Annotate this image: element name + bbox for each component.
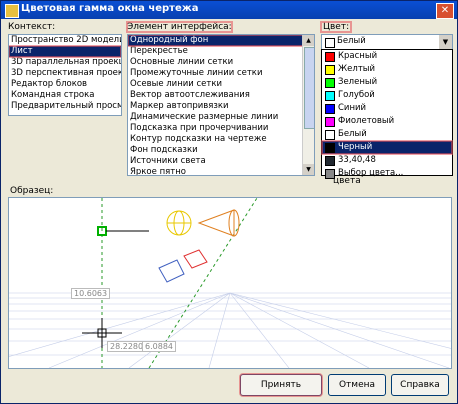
title-bar: Цветовая гамма окна чертежа ✕ (1, 1, 457, 19)
scroll-down-arrow-icon[interactable]: ▼ (303, 164, 314, 175)
context-list-item[interactable]: Лист (9, 45, 121, 58)
color-option-label: Синий (338, 103, 367, 113)
color-option-label: Черный (338, 142, 373, 152)
preview-label: Образец: (10, 186, 54, 196)
app-icon (5, 4, 19, 18)
context-label: Контекст: (8, 22, 56, 32)
window-title: Цветовая гамма окна чертежа (21, 3, 199, 14)
color-option-label: Фиолетовый (338, 116, 395, 126)
element-list-item[interactable]: Фон подсказки (128, 145, 314, 156)
color-option[interactable]: 33,40,48 (322, 154, 452, 167)
chevron-down-icon[interactable]: ▼ (439, 35, 452, 49)
current-color-swatch (325, 38, 335, 48)
color-swatch-icon (325, 130, 335, 140)
element-list-item[interactable]: Динамические размерные линии (128, 112, 314, 123)
element-list-item[interactable]: Яркое пятно (128, 167, 314, 175)
element-list-item[interactable]: Вектор автоотслеживания (128, 90, 314, 101)
scroll-up-arrow-icon[interactable]: ▲ (303, 35, 314, 46)
element-list-item[interactable]: Подсказка при прочерчивании (128, 123, 314, 134)
context-list-item[interactable]: Редактор блоков (9, 79, 121, 90)
context-list-item[interactable]: Командная строка (9, 90, 121, 101)
color-swatch-icon (325, 104, 335, 114)
element-list-item[interactable]: Осевые линии сетки (128, 79, 314, 90)
context-list-item[interactable]: 3D перспективная проекция (9, 68, 121, 79)
preview-drawing (9, 198, 451, 368)
color-swatch-icon (325, 143, 335, 153)
current-color-value: Белый (337, 36, 366, 46)
color-option[interactable]: Фиолетовый (322, 115, 452, 128)
element-list-item[interactable]: Маркер автопривязки (128, 101, 314, 112)
element-list[interactable]: Однородный фон Перекрестье Основные линии … (127, 34, 315, 176)
element-items: Однородный фон Перекрестье Основные линии … (128, 35, 314, 175)
context-list[interactable]: Пространство 2D модели Лист 3D параллельна… (8, 34, 122, 116)
color-option-label: Зеленый (338, 77, 378, 87)
element-list-item[interactable]: Перекрестье (128, 46, 314, 57)
scroll-thumb[interactable] (304, 47, 314, 129)
coord-readout-1: 10.6063 (71, 288, 111, 299)
camera-target-icon (183, 249, 208, 269)
color-option-label: Голубой (338, 90, 375, 100)
color-swatch-icon (325, 78, 335, 88)
coord-readout-2: 28.2280 (107, 341, 147, 352)
element-list-item[interactable]: Промежуточные линии сетки (128, 68, 314, 79)
camera-icon (158, 259, 185, 283)
color-option-label: 33,40,48 (338, 155, 376, 165)
help-button[interactable]: Справка (391, 374, 449, 396)
color-option[interactable]: Голубой (322, 89, 452, 102)
element-label: Элемент интерфейса: (126, 21, 233, 33)
color-option-label: Красный (338, 51, 378, 61)
context-list-item[interactable]: Предварительный просмотр (9, 101, 121, 112)
color-dropdown[interactable]: Красный Желтый Зеленый Голубой Синий Фиолетов… (321, 49, 453, 179)
element-list-item[interactable]: Основные линии сетки (128, 57, 314, 68)
preview-area: 10.6063 28.2280 6.0884 (8, 197, 452, 369)
color-swatch-icon (325, 156, 335, 166)
color-label: Цвет: (319, 21, 353, 33)
color-swatch-icon (325, 91, 335, 101)
color-scheme-dialog: Цветовая гамма окна чертежа ✕ Контекст: … (0, 0, 458, 404)
color-option[interactable]: Желтый (322, 63, 452, 76)
color-combo[interactable]: Белый ▼ (321, 34, 453, 50)
grid-lines (9, 292, 451, 368)
color-swatch-icon (325, 52, 335, 62)
coord-readout-3: 6.0884 (142, 341, 176, 352)
element-list-item[interactable]: Контур подсказки на чертеже (128, 134, 314, 145)
element-list-item[interactable]: Однородный фон (128, 35, 314, 47)
element-scrollbar[interactable]: ▲ ▼ (302, 35, 314, 175)
color-option[interactable]: Зеленый (322, 76, 452, 89)
color-option[interactable]: Белый (322, 128, 452, 141)
color-option[interactable]: Синий (322, 102, 452, 115)
color-option[interactable]: Красный (322, 50, 452, 63)
close-button[interactable]: ✕ (436, 3, 454, 19)
context-list-item[interactable]: Пространство 2D модели (9, 35, 121, 46)
color-option-label: Желтый (338, 64, 376, 74)
color-swatch-icon (325, 117, 335, 127)
color-option[interactable]: Черный (321, 140, 453, 155)
cancel-button[interactable]: Отмена (328, 374, 386, 396)
color-behind-text: цвета (333, 176, 361, 186)
apply-button[interactable]: Принять (239, 373, 323, 397)
context-list-item[interactable]: 3D параллельная проекция (9, 57, 121, 68)
element-list-item[interactable]: Источники света (128, 156, 314, 167)
color-swatch-icon (325, 65, 335, 75)
color-option-label: Белый (338, 129, 367, 139)
